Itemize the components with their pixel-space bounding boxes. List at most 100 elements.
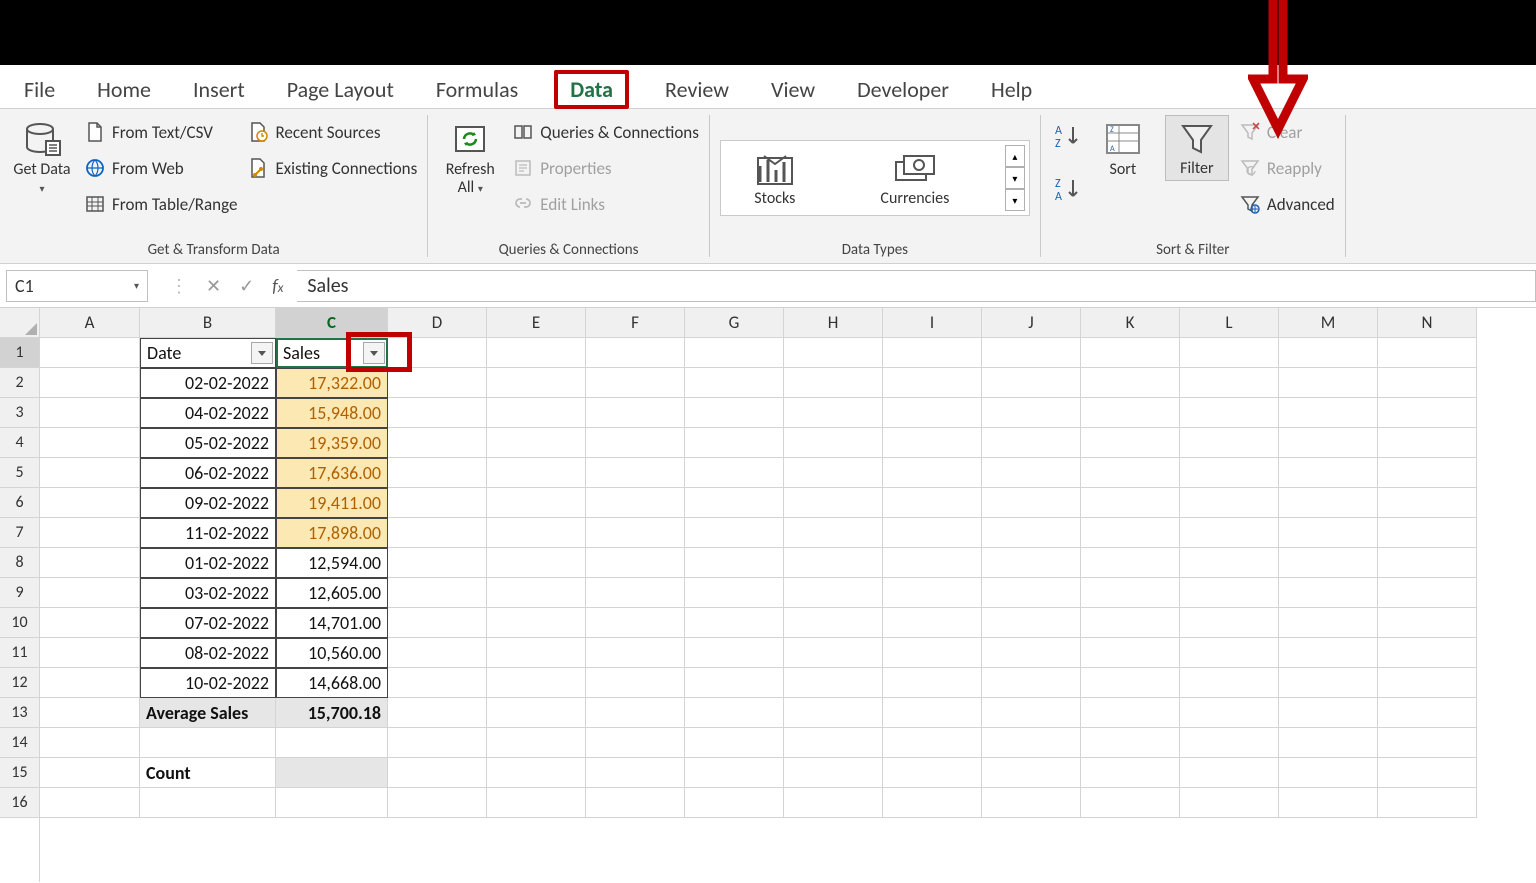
col-header-K[interactable]: K bbox=[1081, 308, 1180, 338]
sales-header-cell[interactable]: Sales bbox=[276, 338, 388, 368]
cell-M5[interactable] bbox=[1279, 458, 1378, 488]
confirm-icon[interactable]: ✓ bbox=[239, 275, 254, 297]
cell-L15[interactable] bbox=[1180, 758, 1279, 788]
cell-N5[interactable] bbox=[1378, 458, 1477, 488]
cell-I10[interactable] bbox=[883, 608, 982, 638]
cell-D7[interactable] bbox=[388, 518, 487, 548]
cell-B2[interactable]: 02-02-2022 bbox=[140, 368, 276, 398]
cell-G6[interactable] bbox=[685, 488, 784, 518]
cell-C9[interactable]: 12,605.00 bbox=[276, 578, 388, 608]
col-header-A[interactable]: A bbox=[40, 308, 140, 338]
cell-G16[interactable] bbox=[685, 788, 784, 818]
cell-C12[interactable]: 14,668.00 bbox=[276, 668, 388, 698]
cell-M10[interactable] bbox=[1279, 608, 1378, 638]
cell-J12[interactable] bbox=[982, 668, 1081, 698]
from-text-csv-button[interactable]: From Text/CSV bbox=[84, 115, 237, 149]
cell-J9[interactable] bbox=[982, 578, 1081, 608]
cell-C16[interactable] bbox=[276, 788, 388, 818]
cell-H12[interactable] bbox=[784, 668, 883, 698]
cell-B15[interactable]: Count bbox=[140, 758, 276, 788]
cell-N15[interactable] bbox=[1378, 758, 1477, 788]
cell-B8[interactable]: 01-02-2022 bbox=[140, 548, 276, 578]
row-header-4[interactable]: 4 bbox=[0, 428, 39, 458]
cell-A9[interactable] bbox=[40, 578, 140, 608]
cell-H15[interactable] bbox=[784, 758, 883, 788]
cell-L5[interactable] bbox=[1180, 458, 1279, 488]
row-header-6[interactable]: 6 bbox=[0, 488, 39, 518]
col-header-N[interactable]: N bbox=[1378, 308, 1477, 338]
cell-J14[interactable] bbox=[982, 728, 1081, 758]
cell-J5[interactable] bbox=[982, 458, 1081, 488]
cell-N6[interactable] bbox=[1378, 488, 1477, 518]
cell-H16[interactable] bbox=[784, 788, 883, 818]
col-header-D[interactable]: D bbox=[388, 308, 487, 338]
refresh-all-button[interactable]: Refresh All ▾ bbox=[438, 115, 502, 196]
col-header-J[interactable]: J bbox=[982, 308, 1081, 338]
cell-C10[interactable]: 14,701.00 bbox=[276, 608, 388, 638]
tab-view[interactable]: View bbox=[765, 72, 821, 107]
cell-H10[interactable] bbox=[784, 608, 883, 638]
cell-N8[interactable] bbox=[1378, 548, 1477, 578]
col-header-B[interactable]: B bbox=[140, 308, 276, 338]
cell-A8[interactable] bbox=[40, 548, 140, 578]
cell-J6[interactable] bbox=[982, 488, 1081, 518]
cell-E2[interactable] bbox=[487, 368, 586, 398]
cell-F5[interactable] bbox=[586, 458, 685, 488]
cell-A5[interactable] bbox=[40, 458, 140, 488]
cell-K5[interactable] bbox=[1081, 458, 1180, 488]
cell-K13[interactable] bbox=[1081, 698, 1180, 728]
sort-asc-button[interactable]: AZ bbox=[1051, 121, 1081, 156]
cell-K10[interactable] bbox=[1081, 608, 1180, 638]
cell-F9[interactable] bbox=[586, 578, 685, 608]
cell-A11[interactable] bbox=[40, 638, 140, 668]
cell-M4[interactable] bbox=[1279, 428, 1378, 458]
gallery-more-button[interactable]: ▾ bbox=[1005, 189, 1025, 211]
cancel-icon[interactable]: ✕ bbox=[206, 275, 221, 297]
name-box[interactable]: C1 ▾ bbox=[6, 270, 148, 302]
cell-D5[interactable] bbox=[388, 458, 487, 488]
cell-D11[interactable] bbox=[388, 638, 487, 668]
cell-N2[interactable] bbox=[1378, 368, 1477, 398]
recent-sources-button[interactable]: Recent Sources bbox=[247, 115, 417, 149]
cell-N13[interactable] bbox=[1378, 698, 1477, 728]
cell-H11[interactable] bbox=[784, 638, 883, 668]
cell-D2[interactable] bbox=[388, 368, 487, 398]
col-header-F[interactable]: F bbox=[586, 308, 685, 338]
cell-A3[interactable] bbox=[40, 398, 140, 428]
cell-L3[interactable] bbox=[1180, 398, 1279, 428]
gallery-down-button[interactable]: ▾ bbox=[1005, 167, 1025, 189]
tab-page-layout[interactable]: Page Layout bbox=[281, 72, 400, 107]
cell-E16[interactable] bbox=[487, 788, 586, 818]
cell-M9[interactable] bbox=[1279, 578, 1378, 608]
cell-J3[interactable] bbox=[982, 398, 1081, 428]
filter-dropdown-sales[interactable] bbox=[363, 342, 385, 364]
cell-E1[interactable] bbox=[487, 338, 586, 368]
cell-H14[interactable] bbox=[784, 728, 883, 758]
cell-E6[interactable] bbox=[487, 488, 586, 518]
cell-I15[interactable] bbox=[883, 758, 982, 788]
queries-connections-button[interactable]: Queries & Connections bbox=[512, 115, 699, 149]
cell-G11[interactable] bbox=[685, 638, 784, 668]
cell-F12[interactable] bbox=[586, 668, 685, 698]
cell-E11[interactable] bbox=[487, 638, 586, 668]
row-header-7[interactable]: 7 bbox=[0, 518, 39, 548]
cell-G12[interactable] bbox=[685, 668, 784, 698]
col-header-G[interactable]: G bbox=[685, 308, 784, 338]
col-header-H[interactable]: H bbox=[784, 308, 883, 338]
cell-F11[interactable] bbox=[586, 638, 685, 668]
tab-developer[interactable]: Developer bbox=[851, 72, 955, 107]
cell-A4[interactable] bbox=[40, 428, 140, 458]
cell-A12[interactable] bbox=[40, 668, 140, 698]
select-all-corner[interactable] bbox=[0, 308, 39, 338]
cell-D15[interactable] bbox=[388, 758, 487, 788]
cell-I7[interactable] bbox=[883, 518, 982, 548]
cell-L8[interactable] bbox=[1180, 548, 1279, 578]
cell-J8[interactable] bbox=[982, 548, 1081, 578]
cell-F2[interactable] bbox=[586, 368, 685, 398]
filter-dropdown-date[interactable] bbox=[251, 342, 273, 364]
row-header-13[interactable]: 13 bbox=[0, 698, 39, 728]
cell-A10[interactable] bbox=[40, 608, 140, 638]
cell-J15[interactable] bbox=[982, 758, 1081, 788]
row-header-15[interactable]: 15 bbox=[0, 758, 39, 788]
formula-input[interactable]: Sales bbox=[297, 270, 1536, 302]
